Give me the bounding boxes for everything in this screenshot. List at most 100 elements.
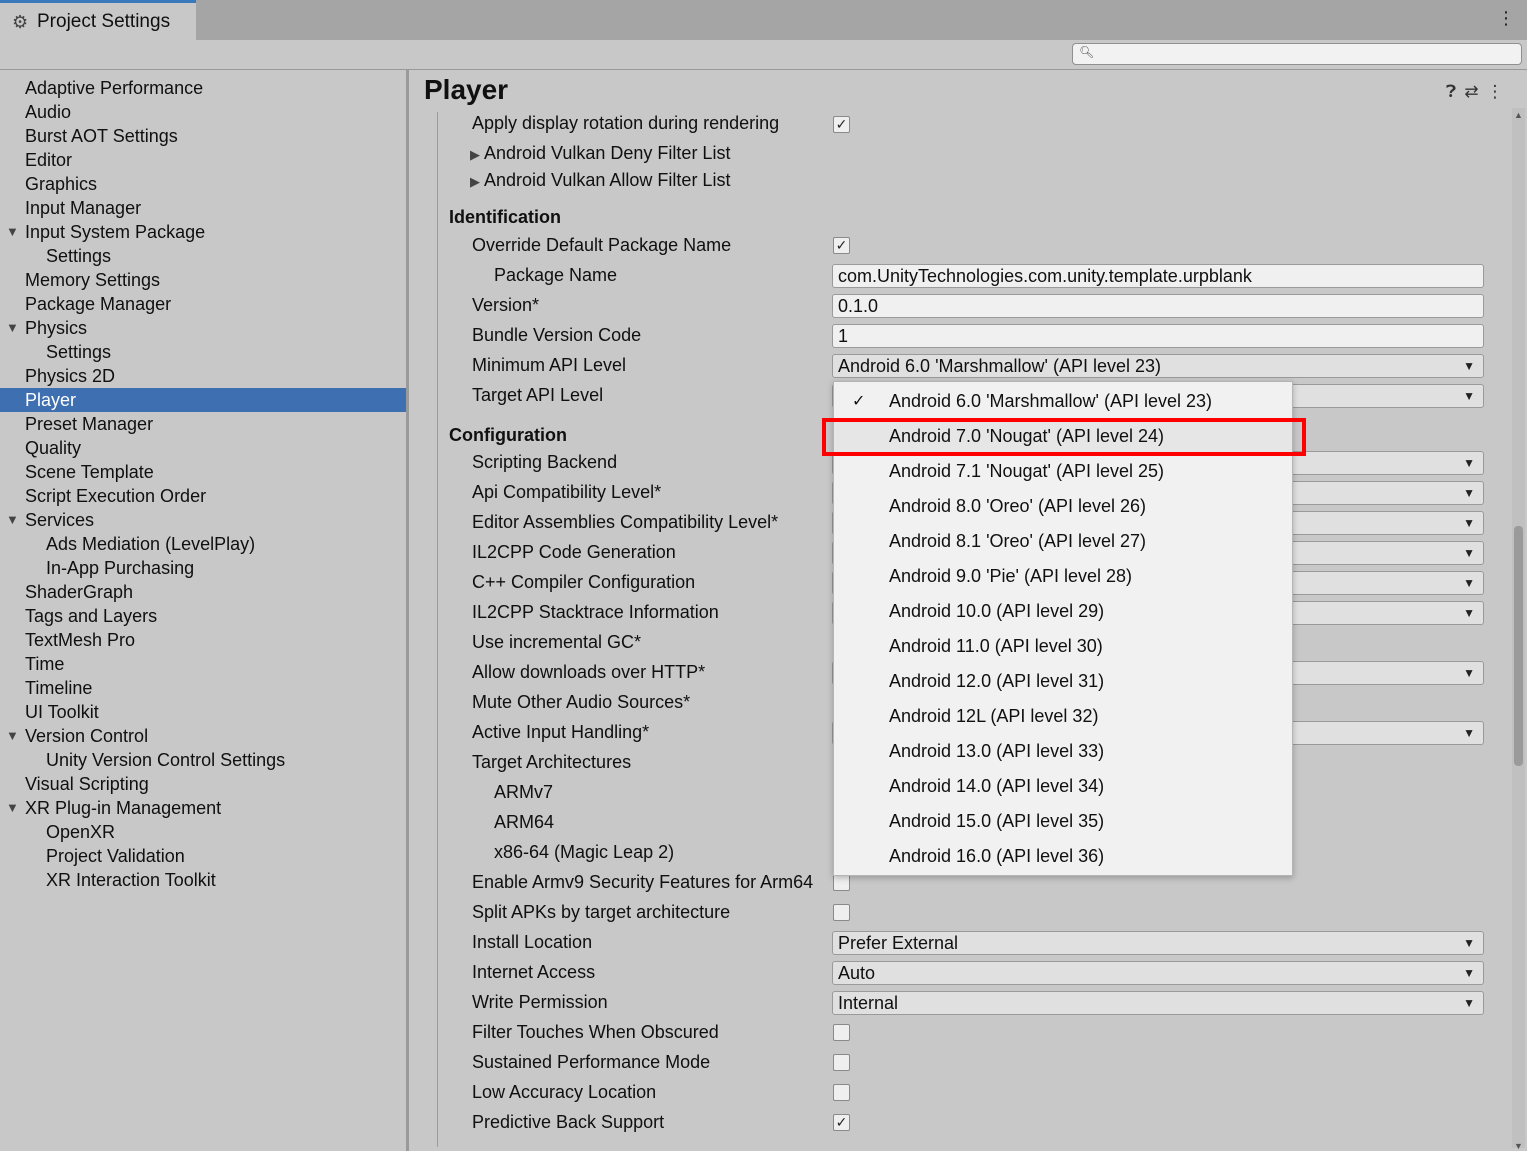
popup-menu-item[interactable]: ✓ Android 6.0 'Marshmallow' (API level 23…	[834, 384, 1292, 419]
vulkan-allow-foldout[interactable]: ▶ Android Vulkan Allow Filter List	[470, 170, 730, 191]
sidebar-item-label: Scene Template	[25, 462, 154, 482]
sidebar-item-label: Services	[25, 510, 95, 530]
sidebar-item[interactable]: Graphics	[0, 172, 406, 196]
sidebar-item[interactable]: Preset Manager	[0, 412, 406, 436]
sidebar-item[interactable]: ▼ Version Control	[0, 724, 406, 748]
sidebar-item[interactable]: OpenXR	[0, 820, 406, 844]
sidebar-item[interactable]: ▼ Physics	[0, 316, 406, 340]
chevron-down-icon[interactable]: ▼	[6, 796, 19, 820]
chevron-down-icon[interactable]: ▼	[6, 316, 19, 340]
chevron-down-icon[interactable]: ▼	[6, 508, 19, 532]
help-icon[interactable]: ❓︎	[1446, 82, 1456, 102]
sidebar-item[interactable]: Project Validation	[0, 844, 406, 868]
sidebar-item[interactable]: In-App Purchasing	[0, 556, 406, 580]
popup-menu-item[interactable]: Android 7.1 'Nougat' (API level 25)	[834, 454, 1292, 489]
sidebar-item[interactable]: Script Execution Order	[0, 484, 406, 508]
checkmark-icon: ✓	[852, 393, 866, 410]
popup-menu-item-label: Android 13.0 (API level 33)	[889, 741, 1105, 761]
mute-audio-label: Mute Other Audio Sources*	[472, 692, 691, 712]
sidebar-item[interactable]: Audio	[0, 100, 406, 124]
sidebar-item[interactable]: ▼ Input System Package	[0, 220, 406, 244]
sidebar-item-label: Ads Mediation (LevelPlay)	[46, 534, 256, 554]
sidebar-item[interactable]: Time	[0, 652, 406, 676]
highlight-annotation	[822, 418, 1306, 456]
internet-access-value: Auto	[838, 963, 876, 983]
sidebar-item[interactable]: XR Interaction Toolkit	[0, 868, 406, 892]
sidebar-item[interactable]: Settings	[0, 340, 406, 364]
sidebar-item[interactable]: Ads Mediation (LevelPlay)	[0, 532, 406, 556]
sidebar-item[interactable]: ▼ XR Plug-in Management	[0, 796, 406, 820]
sidebar-item[interactable]: Unity Version Control Settings	[0, 748, 406, 772]
sidebar-item[interactable]: Adaptive Performance	[0, 76, 406, 100]
sidebar-item[interactable]: TextMesh Pro	[0, 628, 406, 652]
popup-menu-item-label: Android 7.1 'Nougat' (API level 25)	[889, 461, 1165, 481]
chevron-down-icon[interactable]: ▼	[6, 220, 19, 244]
sidebar-item[interactable]: Player	[0, 388, 406, 412]
sidebar-item-label: Script Execution Order	[25, 486, 207, 506]
popup-menu-item[interactable]: Android 13.0 (API level 33)	[834, 734, 1292, 769]
x86-64-label: x86-64 (Magic Leap 2)	[494, 842, 675, 862]
write-permission-dropdown[interactable]: Internal ▼	[832, 991, 1484, 1015]
preset-icon[interactable]: ⇄	[1464, 82, 1478, 102]
sidebar-item[interactable]: Editor	[0, 148, 406, 172]
override-pkg-label: Override Default Package Name	[472, 235, 732, 255]
sidebar-item-label: Tags and Layers	[25, 606, 158, 626]
sidebar-item-label: Memory Settings	[25, 270, 161, 290]
sidebar-item[interactable]: UI Toolkit	[0, 700, 406, 724]
override-pkg-checkbox[interactable]: ✓	[833, 237, 850, 254]
popup-menu-item[interactable]: Android 10.0 (API level 29)	[834, 594, 1292, 629]
sidebar-item[interactable]: Package Manager	[0, 292, 406, 316]
sidebar-item[interactable]: ▼ Services	[0, 508, 406, 532]
bundle-code-field[interactable]: 1	[832, 324, 1484, 348]
popup-menu-item[interactable]: Android 14.0 (API level 34)	[834, 769, 1292, 804]
vulkan-deny-foldout[interactable]: ▶ Android Vulkan Deny Filter List	[470, 143, 730, 164]
apply-rotation-checkbox[interactable]: ✓	[833, 116, 850, 133]
sidebar-item[interactable]: Scene Template	[0, 460, 406, 484]
sidebar-item[interactable]: Memory Settings	[0, 268, 406, 292]
tab-project-settings[interactable]: ⚙ Project Settings	[0, 0, 196, 40]
sidebar-item[interactable]: Input Manager	[0, 196, 406, 220]
kebab-icon[interactable]: ⋮	[1497, 8, 1515, 29]
popup-menu-item[interactable]: Android 15.0 (API level 35)	[834, 804, 1292, 839]
min-api-dropdown[interactable]: Android 6.0 'Marshmallow' (API level 23)…	[832, 354, 1484, 378]
low-accuracy-checkbox[interactable]	[833, 1084, 850, 1101]
popup-menu-item-label: Android 9.0 'Pie' (API level 28)	[889, 566, 1132, 586]
popup-menu-item[interactable]: Android 12.0 (API level 31)	[834, 664, 1292, 699]
popup-menu-item[interactable]: Android 12L (API level 32)	[834, 699, 1292, 734]
sidebar-item[interactable]: Timeline	[0, 676, 406, 700]
sustained-perf-checkbox[interactable]	[833, 1054, 850, 1071]
filter-touches-checkbox[interactable]	[833, 1024, 850, 1041]
chevron-down-icon: ▼	[1463, 486, 1475, 500]
package-name-field[interactable]: com.UnityTechnologies.com.unity.template…	[832, 264, 1484, 288]
low-accuracy-label: Low Accuracy Location	[472, 1082, 657, 1102]
write-permission-label: Write Permission	[472, 992, 608, 1012]
popup-menu-item[interactable]: Android 8.1 'Oreo' (API level 27)	[834, 524, 1292, 559]
scroll-down-icon[interactable]: ▼	[1514, 1141, 1523, 1151]
version-field[interactable]: 0.1.0	[832, 294, 1484, 318]
sidebar-item[interactable]: Visual Scripting	[0, 772, 406, 796]
popup-menu-item[interactable]: Android 16.0 (API level 36)	[834, 839, 1292, 874]
sidebar-item[interactable]: Tags and Layers	[0, 604, 406, 628]
split-apks-checkbox[interactable]	[833, 904, 850, 921]
sidebar-item[interactable]: Quality	[0, 436, 406, 460]
scroll-up-icon[interactable]: ▲	[1514, 110, 1523, 120]
sidebar-item[interactable]: Settings	[0, 244, 406, 268]
search-input[interactable]: 🔍︎	[1072, 43, 1522, 65]
sidebar-item[interactable]: ShaderGraph	[0, 580, 406, 604]
popup-menu-item[interactable]: Android 9.0 'Pie' (API level 28)	[834, 559, 1292, 594]
popup-menu-item[interactable]: Android 8.0 'Oreo' (API level 26)	[834, 489, 1292, 524]
vertical-scrollbar[interactable]: ▲ ▼	[1512, 108, 1525, 1151]
sidebar-item-label: Package Manager	[25, 294, 172, 314]
internet-access-dropdown[interactable]: Auto ▼	[832, 961, 1484, 985]
armv9-checkbox[interactable]	[833, 874, 850, 891]
chevron-down-icon[interactable]: ▼	[6, 724, 19, 748]
sidebar-item-label: Preset Manager	[25, 414, 154, 434]
predictive-back-checkbox[interactable]: ✓	[833, 1114, 850, 1131]
sidebar-item[interactable]: Physics 2D	[0, 364, 406, 388]
sidebar-item[interactable]: Burst AOT Settings	[0, 124, 406, 148]
kebab-icon[interactable]: ⋮	[1486, 82, 1503, 102]
popup-menu-item[interactable]: Android 11.0 (API level 30)	[834, 629, 1292, 664]
chevron-down-icon: ▼	[1463, 456, 1475, 470]
install-location-dropdown[interactable]: Prefer External ▼	[832, 931, 1484, 955]
scrollbar-thumb[interactable]	[1514, 526, 1523, 766]
